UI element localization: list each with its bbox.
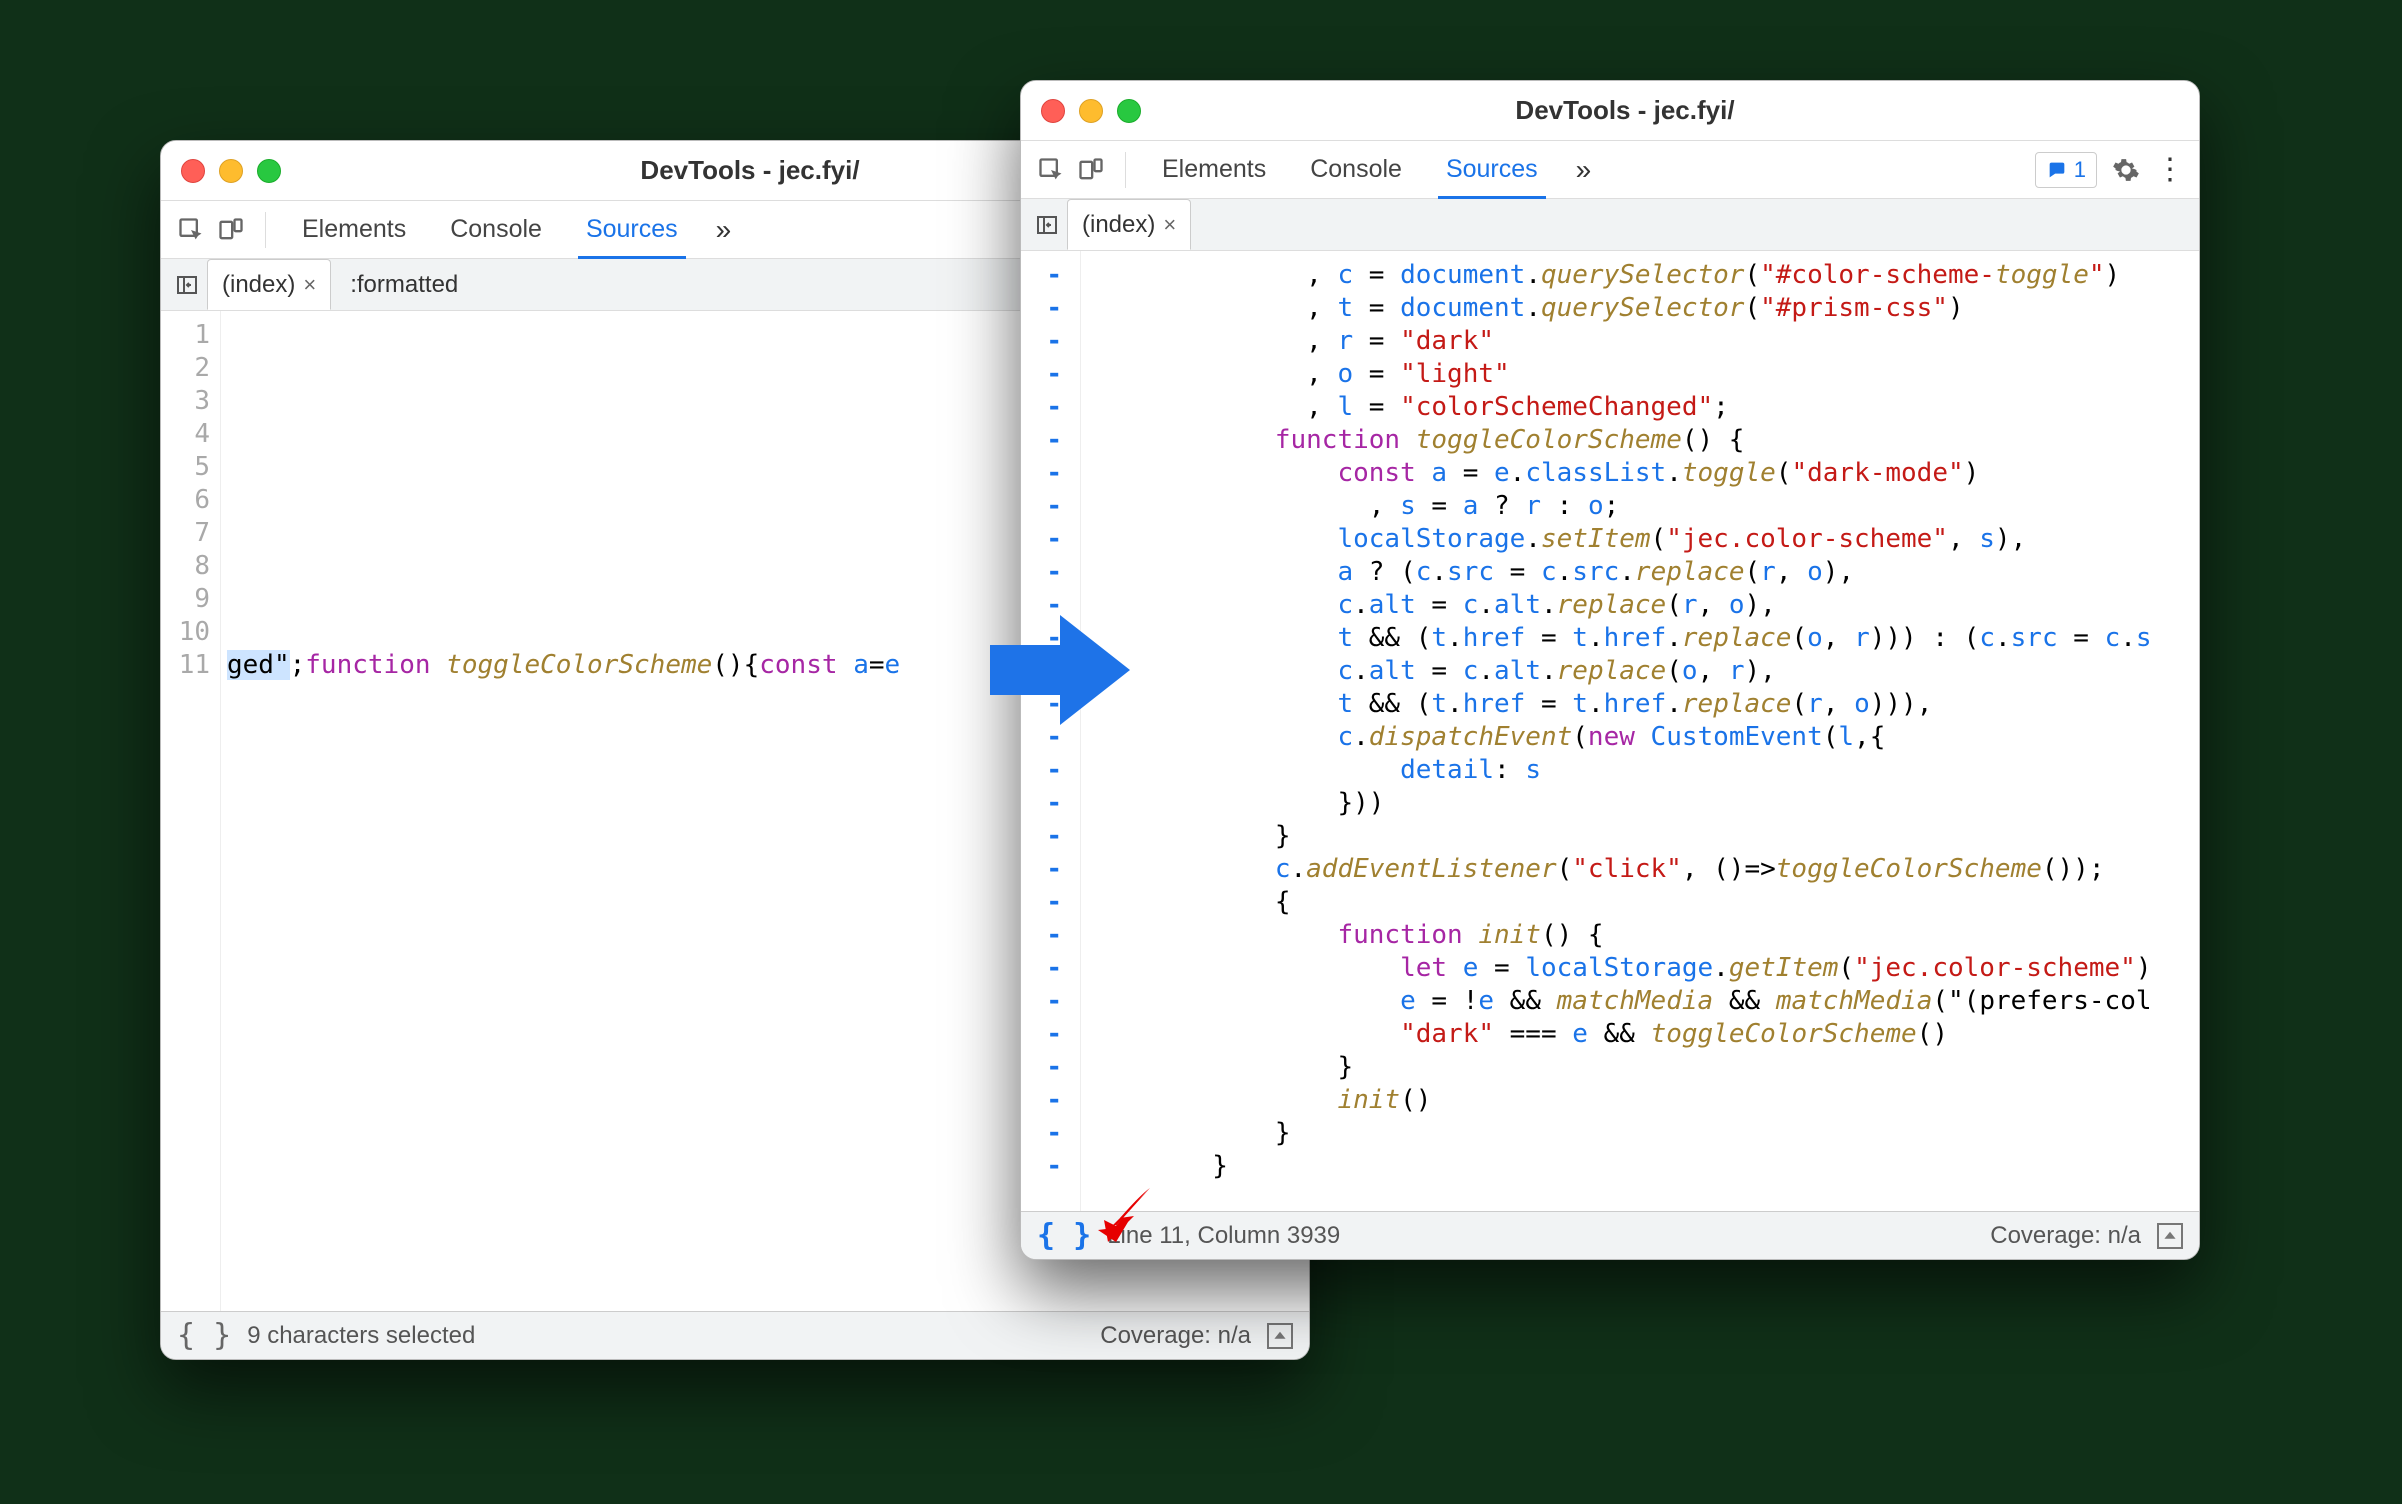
minimize-window-button[interactable] bbox=[219, 159, 243, 183]
navigator-toggle-icon[interactable] bbox=[171, 269, 203, 301]
tab-console[interactable]: Console bbox=[432, 201, 560, 258]
settings-button[interactable] bbox=[2111, 155, 2141, 185]
file-tab-index[interactable]: (index) × bbox=[207, 259, 331, 310]
pretty-print-button[interactable]: { } bbox=[177, 1318, 231, 1353]
divider bbox=[265, 212, 266, 248]
code-editor[interactable]: ---------------------------- , c = docum… bbox=[1021, 251, 2199, 1211]
statusbar: { } 9 characters selected Coverage: n/a bbox=[161, 1311, 1309, 1359]
device-toggle-icon[interactable] bbox=[215, 214, 247, 246]
line-number-gutter: 1234567891011 bbox=[161, 311, 221, 1311]
tab-sources[interactable]: Sources bbox=[568, 201, 696, 258]
file-tab-formatted[interactable]: :formatted bbox=[335, 259, 473, 310]
file-tab-index[interactable]: (index) × bbox=[1067, 199, 1191, 250]
navigator-toggle-icon[interactable] bbox=[1031, 209, 1063, 241]
close-icon[interactable]: × bbox=[1163, 212, 1176, 238]
device-toggle-icon[interactable] bbox=[1075, 154, 1107, 186]
close-icon[interactable]: × bbox=[303, 272, 316, 298]
toolbar-right: 1 ⋮ bbox=[2035, 152, 2185, 188]
divider bbox=[1125, 152, 1126, 188]
file-tab-label: (index) bbox=[222, 271, 295, 299]
file-tab-label: :formatted bbox=[350, 271, 458, 299]
issues-button[interactable]: 1 bbox=[2035, 152, 2097, 188]
close-window-button[interactable] bbox=[1041, 99, 1065, 123]
tab-overflow-icon[interactable]: » bbox=[704, 214, 744, 246]
collapse-panel-icon[interactable] bbox=[2157, 1223, 2183, 1249]
tab-sources[interactable]: Sources bbox=[1428, 141, 1556, 198]
window-title: DevTools - jec.fyi/ bbox=[1141, 95, 2109, 126]
devtools-window-right: DevTools - jec.fyi/ Elements Console Sou… bbox=[1020, 80, 2200, 1260]
titlebar: DevTools - jec.fyi/ bbox=[1021, 81, 2199, 141]
statusbar: { } Line 11, Column 3939 Coverage: n/a bbox=[1021, 1211, 2199, 1259]
code-content[interactable]: , c = document.querySelector("#color-sch… bbox=[1081, 251, 2199, 1211]
minimize-window-button[interactable] bbox=[1079, 99, 1103, 123]
menu-button[interactable]: ⋮ bbox=[2155, 152, 2185, 187]
coverage-status: Coverage: n/a bbox=[1990, 1222, 2141, 1250]
annotation-arrow-down-left bbox=[1090, 1180, 1160, 1250]
file-tabbar: (index) × bbox=[1021, 199, 2199, 251]
tab-console[interactable]: Console bbox=[1292, 141, 1420, 198]
pretty-print-button[interactable]: { } bbox=[1037, 1218, 1091, 1253]
traffic-lights bbox=[181, 159, 281, 183]
annotation-arrow-right bbox=[980, 600, 1140, 740]
gear-icon bbox=[2112, 156, 2140, 184]
inspect-element-icon[interactable] bbox=[1035, 154, 1067, 186]
file-tab-label: (index) bbox=[1082, 211, 1155, 239]
traffic-lights bbox=[1041, 99, 1141, 123]
inspect-element-icon[interactable] bbox=[175, 214, 207, 246]
main-tabbar: Elements Console Sources » 1 ⋮ bbox=[1021, 141, 2199, 199]
collapse-panel-icon[interactable] bbox=[1267, 1323, 1293, 1349]
zoom-window-button[interactable] bbox=[1117, 99, 1141, 123]
coverage-status: Coverage: n/a bbox=[1100, 1322, 1251, 1350]
tab-elements[interactable]: Elements bbox=[284, 201, 424, 258]
close-window-button[interactable] bbox=[181, 159, 205, 183]
tab-overflow-icon[interactable]: » bbox=[1564, 154, 1604, 186]
zoom-window-button[interactable] bbox=[257, 159, 281, 183]
issues-count: 1 bbox=[2074, 157, 2086, 183]
issues-icon bbox=[2046, 159, 2068, 181]
tab-elements[interactable]: Elements bbox=[1144, 141, 1284, 198]
status-text: 9 characters selected bbox=[247, 1322, 475, 1350]
